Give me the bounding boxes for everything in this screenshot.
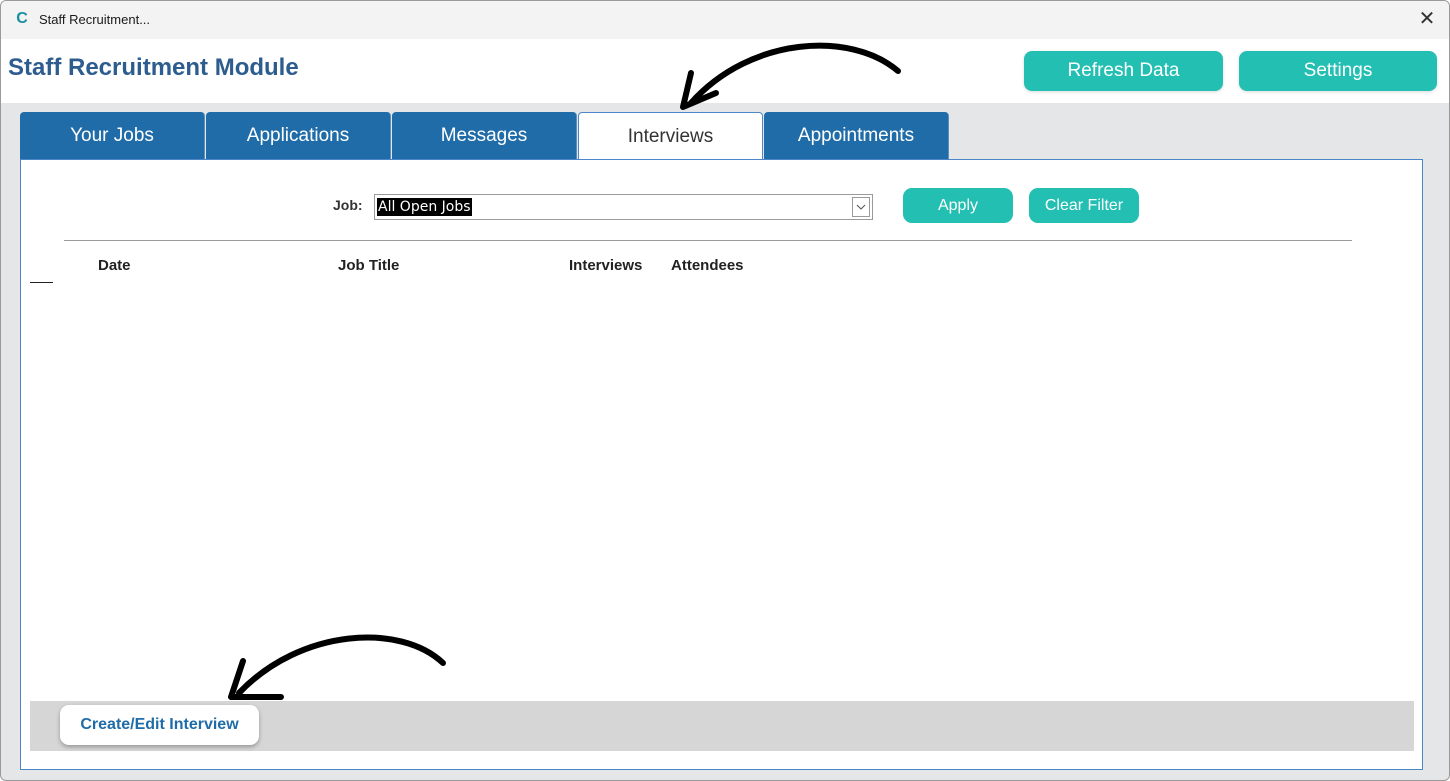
column-header-interviews: Interviews bbox=[569, 257, 643, 274]
header-divider bbox=[64, 240, 1352, 241]
settings-button[interactable]: Settings bbox=[1239, 51, 1437, 91]
chevron-down-icon[interactable] bbox=[852, 197, 870, 217]
page-title: Staff Recruitment Module bbox=[8, 54, 299, 81]
create-edit-interview-button[interactable]: Create/Edit Interview bbox=[60, 705, 259, 745]
apply-filter-button[interactable]: Apply bbox=[903, 188, 1013, 223]
title-bar: C Staff Recruitment... ✕ bbox=[1, 1, 1449, 39]
tab-your-jobs[interactable]: Your Jobs bbox=[20, 112, 205, 160]
column-header-job-title: Job Title bbox=[338, 257, 400, 274]
window-title: Staff Recruitment... bbox=[39, 12, 151, 27]
interviews-panel: Job: All Open Jobs Apply Clear Filter Da… bbox=[20, 159, 1423, 770]
column-header-attendees: Attendees bbox=[671, 257, 744, 274]
module-header: Staff Recruitment Module Refresh Data Se… bbox=[1, 39, 1449, 103]
job-filter-selected-value: All Open Jobs bbox=[377, 198, 472, 216]
app-logo-icon: C bbox=[16, 10, 28, 27]
tab-interviews[interactable]: Interviews bbox=[578, 112, 763, 161]
tab-applications[interactable]: Applications bbox=[206, 112, 391, 160]
tab-messages[interactable]: Messages bbox=[392, 112, 577, 160]
tab-appointments[interactable]: Appointments bbox=[764, 112, 949, 160]
clear-filter-button[interactable]: Clear Filter bbox=[1029, 188, 1139, 223]
job-filter-select[interactable]: All Open Jobs bbox=[374, 194, 873, 220]
column-header-date: Date bbox=[98, 257, 131, 274]
record-selector[interactable] bbox=[30, 282, 53, 283]
refresh-data-button[interactable]: Refresh Data bbox=[1024, 51, 1223, 91]
job-filter-label: Job: bbox=[333, 197, 363, 213]
app-window: C Staff Recruitment... ✕ Staff Recruitme… bbox=[0, 0, 1450, 781]
footer-bar: Create/Edit Interview bbox=[30, 701, 1414, 751]
close-window-button[interactable]: ✕ bbox=[1415, 7, 1439, 31]
